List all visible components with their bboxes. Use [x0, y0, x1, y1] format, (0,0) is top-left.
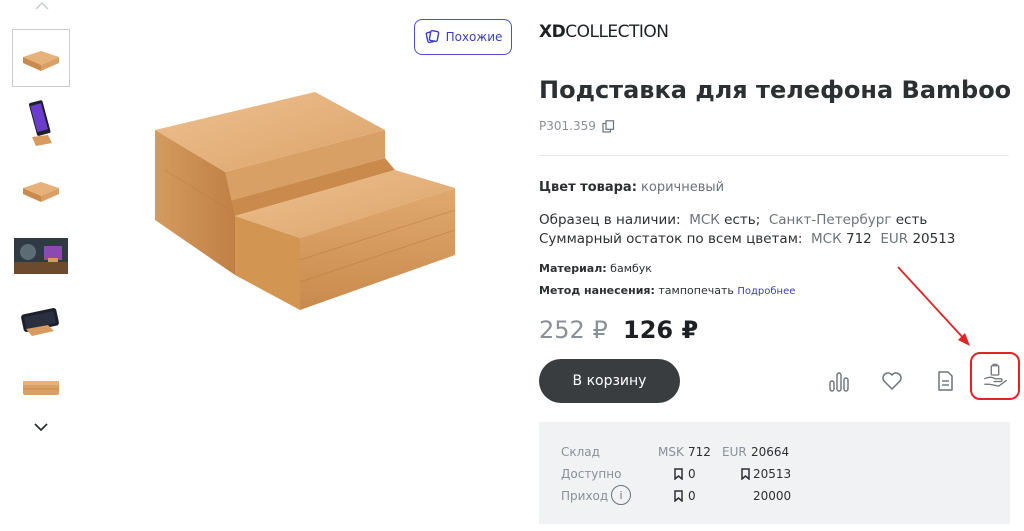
- copy-icon[interactable]: [602, 119, 615, 133]
- sku-text: P301.359: [539, 119, 596, 133]
- thumb-bamboo-stand-front[interactable]: [12, 29, 70, 87]
- cards-icon: [425, 29, 439, 44]
- lifestyle-desk-thumb-image: [14, 238, 68, 274]
- stock-eur-label: EUR: [722, 445, 747, 459]
- stock-available-label: Доступно: [561, 467, 622, 481]
- bamboo-stand-angle-thumb-image: [23, 182, 59, 202]
- total-stock: Суммарный остаток по всем цветам: МСК 71…: [539, 231, 956, 247]
- add-to-cart-button[interactable]: В корзину: [539, 359, 680, 403]
- compare-icon[interactable]: [826, 369, 852, 395]
- product-sku: P301.359: [539, 119, 615, 133]
- stock-incoming-label: Приход: [561, 489, 609, 503]
- stock-msk-label: MSK: [658, 445, 684, 459]
- product-material: Материал: бамбук: [539, 262, 652, 275]
- bamboo-stand-thumb-image: [23, 51, 59, 71]
- similar-products-button[interactable]: Похожие: [414, 19, 512, 55]
- divider: [539, 155, 1009, 156]
- phone-on-stand-thumb-image: [29, 100, 52, 146]
- sample-availability: Образец в наличии: МСК есть; Санкт-Петер…: [539, 212, 928, 228]
- thumb-lifestyle-desk[interactable]: [12, 227, 70, 285]
- thumb-bamboo-stand-angle[interactable]: [12, 161, 70, 219]
- similar-button-label: Похожие: [445, 30, 503, 44]
- method-details-link[interactable]: Подробнее: [737, 286, 795, 297]
- brand-logo[interactable]: XD COLLECTION: [539, 20, 669, 44]
- bookmark-icon: [674, 490, 683, 502]
- current-price: 126 ₽: [623, 316, 699, 344]
- product-title: Подставка для телефона Bamboo: [539, 76, 1012, 104]
- stock-eur-value: 20664: [751, 445, 790, 459]
- thumb-phone-on-stand[interactable]: [12, 95, 70, 153]
- thumbnail-scroll-up-icon[interactable]: [33, 0, 51, 12]
- thumbnail-scroll-down-icon[interactable]: [31, 420, 51, 434]
- bamboo-stand-side-thumb-image: [23, 381, 59, 395]
- bookmark-icon: [741, 468, 750, 480]
- stock-incoming-eur: 20000: [753, 489, 792, 503]
- annotation-arrow-icon: [897, 266, 970, 346]
- old-price: 252 ₽: [539, 316, 608, 344]
- thumb-phone-landscape[interactable]: [12, 293, 70, 351]
- heart-icon[interactable]: [879, 368, 905, 394]
- highlight-box: [970, 352, 1020, 400]
- phone-landscape-thumb-image: [21, 308, 59, 336]
- stock-available-msk: 0: [688, 467, 696, 481]
- stock-incoming-msk: 0: [688, 489, 696, 503]
- thumb-bamboo-stand-side[interactable]: [12, 359, 70, 417]
- stock-warehouse-label: Склад: [561, 445, 600, 459]
- stock-msk-value: 712: [688, 445, 711, 459]
- product-main-image: [155, 92, 456, 310]
- document-icon[interactable]: [932, 368, 958, 394]
- stock-table: Склад MSK 712 EUR 20664 Доступно 0 20513…: [539, 422, 1010, 524]
- info-icon[interactable]: i: [611, 485, 631, 505]
- stock-available-eur: 20513: [753, 467, 792, 481]
- bookmark-icon: [674, 468, 683, 480]
- product-color: Цвет товара: коричневый: [539, 180, 725, 195]
- printing-method: Метод нанесения: тампопечать Подробнее: [539, 284, 796, 297]
- cart-button-label: В корзину: [572, 373, 647, 389]
